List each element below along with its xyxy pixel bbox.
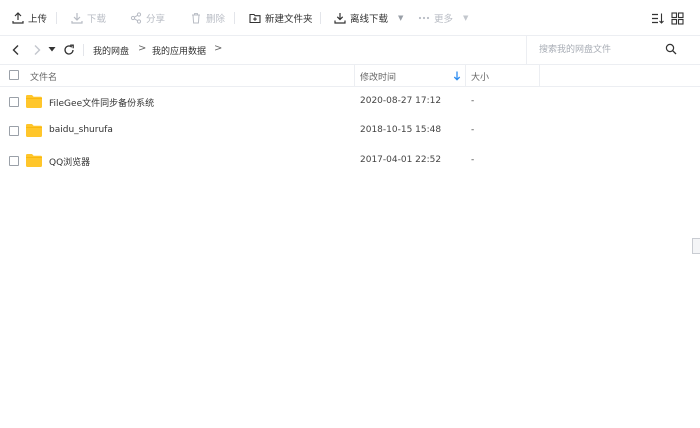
folder-icon xyxy=(26,154,42,167)
side-panel-handle[interactable] xyxy=(692,238,700,254)
file-size: - xyxy=(471,125,475,135)
search-icon[interactable] xyxy=(665,43,677,55)
chevron-down-icon[interactable]: ▼ xyxy=(398,14,403,22)
column-header-name[interactable]: 文件名 xyxy=(30,70,57,83)
row-checkbox[interactable] xyxy=(9,156,19,166)
delete-label: 删除 xyxy=(206,14,226,25)
toolbar-divider xyxy=(320,12,321,24)
nav-divider xyxy=(83,44,84,56)
new-folder-button[interactable]: 新建文件夹 xyxy=(249,0,313,36)
file-name[interactable]: FileGee文件同步备份系统 xyxy=(49,96,154,109)
file-modified: 2020-08-27 17:12 xyxy=(360,96,442,106)
offline-download-icon xyxy=(334,13,346,24)
table-row[interactable]: baidu_shurufa 2018-10-15 15:48 - xyxy=(0,116,700,145)
share-button[interactable]: 分享 xyxy=(130,0,165,36)
new-folder-icon xyxy=(249,13,261,24)
folder-icon xyxy=(26,124,42,137)
sort-list-icon[interactable] xyxy=(651,12,664,25)
table-header: 文件名 修改时间 大小 xyxy=(0,64,700,87)
chevron-down-icon[interactable]: ▼ xyxy=(463,14,468,22)
more-dots-icon xyxy=(418,16,430,20)
file-size: - xyxy=(471,155,475,165)
new-folder-label: 新建文件夹 xyxy=(265,14,313,25)
column-divider xyxy=(539,65,540,87)
download-button[interactable]: 下载 xyxy=(71,0,106,36)
forward-icon[interactable] xyxy=(31,44,43,56)
offline-download-label: 离线下载 xyxy=(350,14,389,25)
breadcrumb-separator: > xyxy=(138,43,147,54)
column-header-modified[interactable]: 修改时间 xyxy=(360,70,396,83)
share-icon xyxy=(130,12,142,24)
upload-button[interactable]: 上传 xyxy=(12,0,47,36)
upload-label: 上传 xyxy=(28,14,48,25)
row-checkbox[interactable] xyxy=(9,126,19,136)
file-modified: 2018-10-15 15:48 xyxy=(360,125,442,135)
delete-button[interactable]: 删除 xyxy=(190,0,225,36)
download-icon xyxy=(71,13,83,24)
row-checkbox[interactable] xyxy=(9,97,19,107)
search-input[interactable] xyxy=(539,43,659,57)
toolbar-divider xyxy=(56,12,57,24)
search-box xyxy=(526,36,700,64)
folder-icon xyxy=(26,95,42,108)
more-button[interactable]: 更多 ▼ xyxy=(418,0,468,36)
toolbar-divider xyxy=(234,12,235,24)
share-label: 分享 xyxy=(146,14,166,25)
grid-view-icon[interactable] xyxy=(671,12,684,25)
table-row[interactable]: FileGee文件同步备份系统 2020-08-27 17:12 - xyxy=(0,87,700,116)
column-header-size[interactable]: 大小 xyxy=(471,70,489,83)
table-row[interactable]: QQ浏览器 2017-04-01 22:52 - xyxy=(0,146,700,175)
download-label: 下载 xyxy=(87,14,107,25)
select-all-checkbox[interactable] xyxy=(9,70,19,80)
file-modified: 2017-04-01 22:52 xyxy=(360,155,442,165)
breadcrumb-item-root[interactable]: 我的网盘 xyxy=(93,44,129,57)
column-divider xyxy=(465,65,466,87)
delete-icon xyxy=(192,13,200,24)
sort-desc-icon[interactable] xyxy=(453,71,461,81)
offline-download-button[interactable]: 离线下载 ▼ xyxy=(334,0,403,36)
breadcrumb-separator: > xyxy=(214,43,223,54)
file-name[interactable]: baidu_shurufa xyxy=(49,125,113,135)
column-divider xyxy=(354,65,355,87)
history-dropdown-icon[interactable] xyxy=(48,45,56,53)
toolbar: 上传 下载 分享 删除 新建文件夹 离线下载 ▼ 更多 ▼ xyxy=(0,0,700,36)
file-size: - xyxy=(471,96,475,106)
back-icon[interactable] xyxy=(10,44,22,56)
more-label: 更多 xyxy=(434,14,454,25)
breadcrumb-item-current[interactable]: 我的应用数据 xyxy=(152,44,206,57)
upload-icon xyxy=(12,12,24,24)
file-name[interactable]: QQ浏览器 xyxy=(49,155,90,168)
refresh-icon[interactable] xyxy=(63,44,75,56)
